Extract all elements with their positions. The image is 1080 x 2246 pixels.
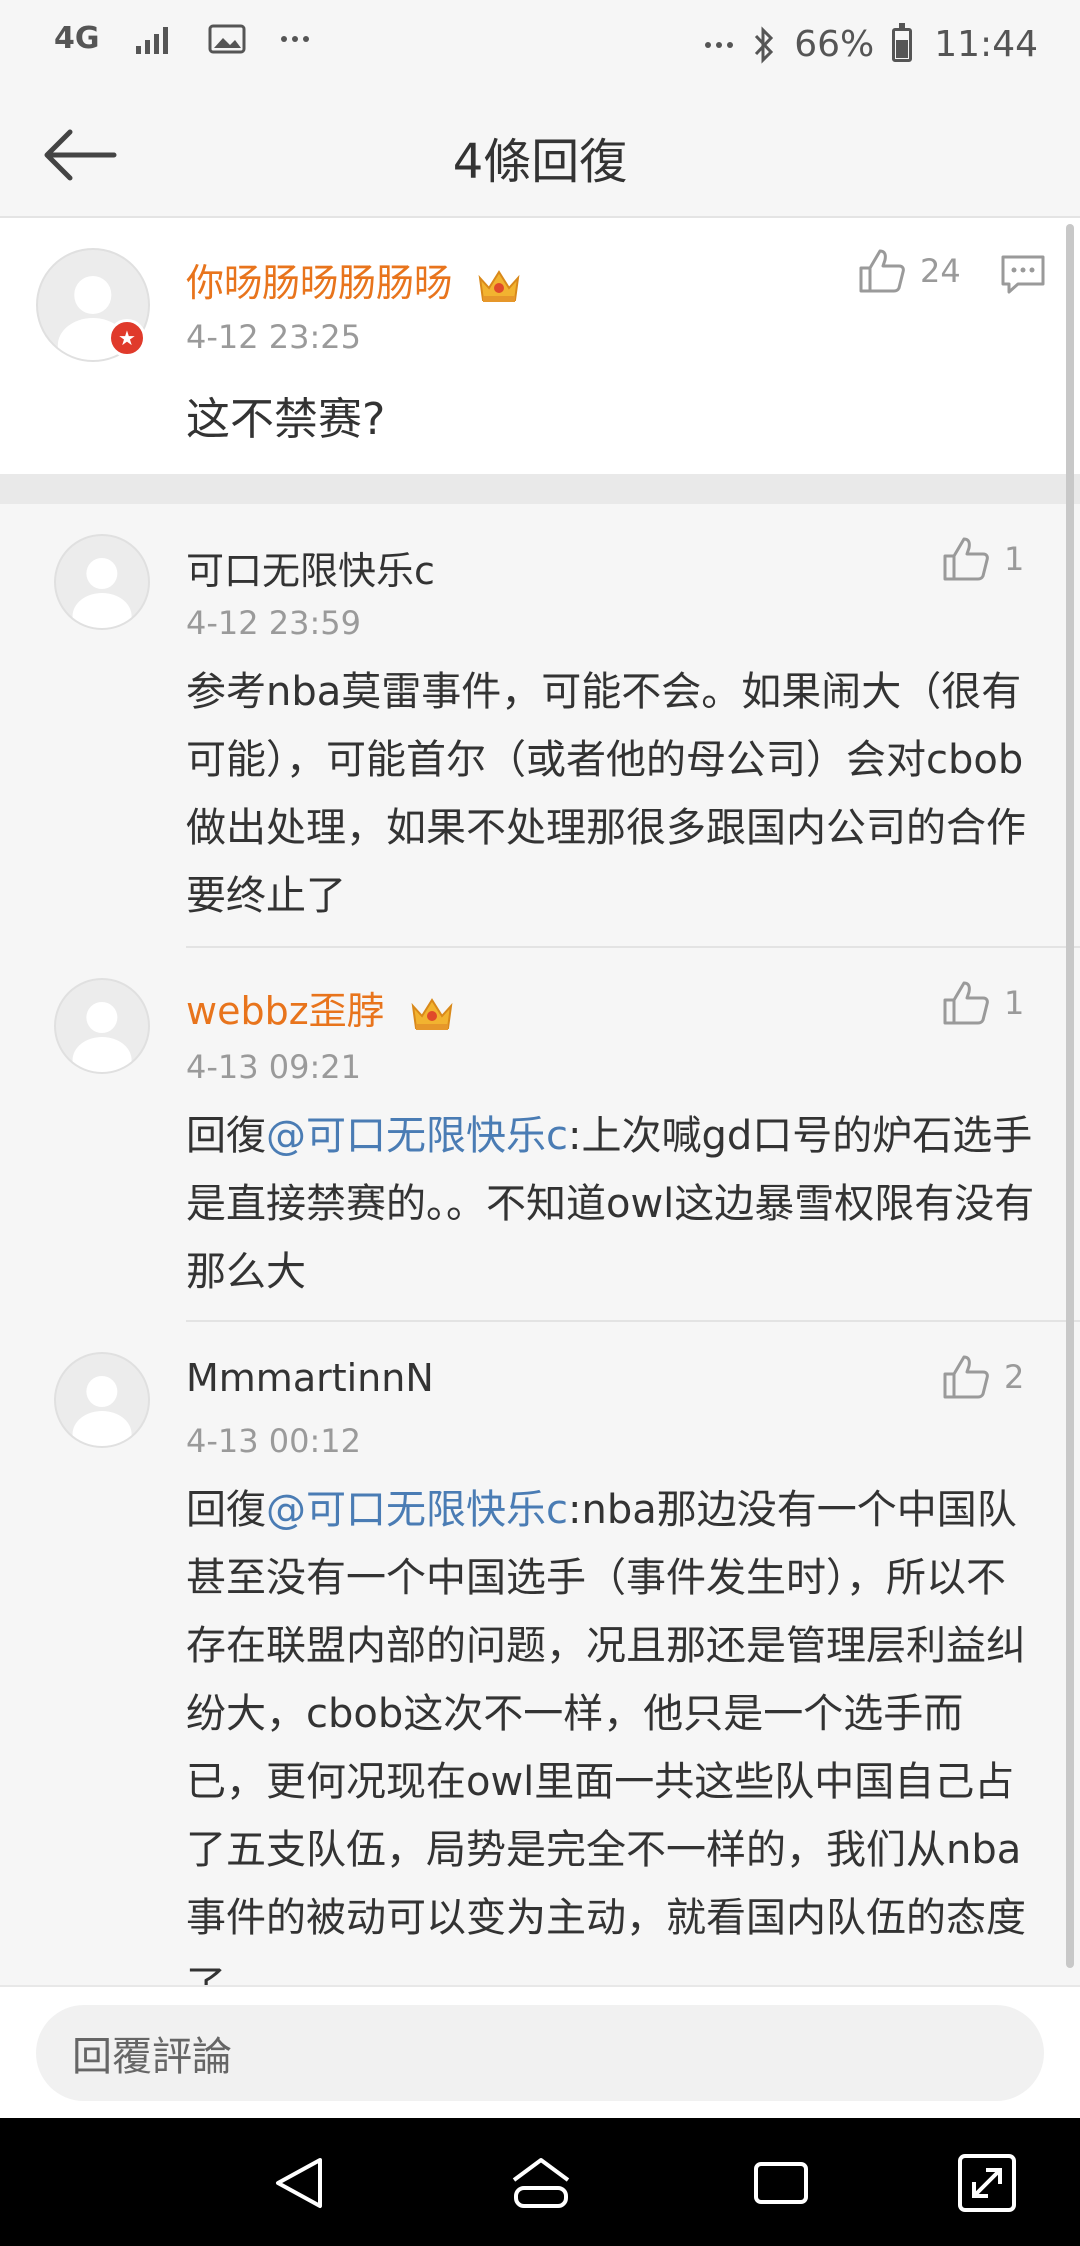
- reply-prefix: 回復: [186, 1113, 266, 1159]
- crown-icon: [478, 269, 520, 302]
- thumbs-up-icon: [943, 981, 989, 1025]
- mention-link[interactable]: @可口无限快乐c: [266, 1487, 568, 1533]
- nav-home-icon[interactable]: [506, 2148, 576, 2218]
- reply-bar: 回覆評論: [0, 1985, 1080, 2118]
- scrollbar[interactable]: [1066, 224, 1074, 1968]
- username[interactable]: 可口无限快乐c: [186, 540, 435, 595]
- image-icon: [208, 24, 245, 54]
- nav-recents-icon[interactable]: [746, 2148, 816, 2218]
- expand-icon[interactable]: [952, 2148, 1022, 2218]
- like-count: 1: [1004, 984, 1025, 1022]
- like-button[interactable]: 24: [858, 248, 961, 294]
- like-count: 2: [1004, 1358, 1025, 1396]
- avatar[interactable]: [54, 1352, 150, 1448]
- like-button[interactable]: 1: [942, 536, 1024, 582]
- reply-body: :nba那边没有一个中国队甚至没有一个中国选手（事件发生时），所以不存在联盟内部…: [186, 1487, 1026, 1985]
- reply-prefix: 回復: [186, 1487, 266, 1533]
- section-divider: [0, 474, 1080, 504]
- thumbs-up-icon: [943, 1355, 989, 1399]
- status-bar: 4G 66% 11:44: [0, 0, 1080, 92]
- divider: [186, 946, 1080, 948]
- reply-text: 参考nba莫雷事件，可能不会。如果闹大（很有可能），可能首尔（或者他的母公司）会…: [186, 669, 1026, 919]
- crown-icon: [411, 997, 453, 1030]
- thumbs-up-icon: [943, 537, 989, 581]
- like-count: 24: [920, 252, 961, 290]
- reply-time: 4-13 00:12: [186, 1422, 362, 1460]
- username[interactable]: webbz歪脖: [186, 980, 455, 1035]
- username-text: webbz歪脖: [186, 989, 385, 1033]
- reply-time: 4-13 09:21: [186, 1048, 362, 1086]
- like-button[interactable]: 1: [942, 980, 1024, 1026]
- comment-time: 4-12 23:25: [186, 318, 362, 356]
- comment-text: 这不禁赛?: [186, 394, 386, 445]
- header: 4條回復: [0, 92, 1080, 218]
- username[interactable]: 你旸肠旸肠肠旸: [186, 252, 522, 307]
- more-icon: [280, 36, 309, 42]
- verified-badge-icon: ★: [108, 319, 146, 357]
- nav-back-icon[interactable]: [264, 2148, 334, 2218]
- bluetooth-icon: [755, 25, 774, 64]
- battery-icon: [892, 22, 913, 62]
- like-count: 1: [1004, 540, 1025, 578]
- signal-icon: [135, 27, 168, 54]
- reply-text: 回復@可口无限快乐c:nba那边没有一个中国队甚至没有一个中国选手（事件发生时）…: [186, 1476, 1036, 1985]
- reply-text: 回復@可口无限快乐c:上次喊gd口号的炉石选手是直接禁赛的。。不知道owl这边暴…: [186, 1102, 1036, 1306]
- navigation-bar: [0, 2118, 1080, 2246]
- like-button[interactable]: 2: [942, 1354, 1024, 1400]
- page-title: 4條回復: [452, 134, 628, 190]
- more-icon: [705, 41, 734, 48]
- thumbs-up-icon: [859, 249, 905, 293]
- mention-link[interactable]: @可口无限快乐c: [266, 1113, 568, 1159]
- battery-percent: 66%: [794, 24, 875, 65]
- network-type: 4G: [54, 21, 100, 56]
- reply-time: 4-12 23:59: [186, 604, 362, 642]
- status-right: 66% 11:44: [704, 22, 1038, 65]
- clock: 11:44: [934, 24, 1038, 65]
- comment-icon[interactable]: [1000, 254, 1046, 296]
- avatar[interactable]: [54, 978, 150, 1074]
- username-text: 你旸肠旸肠肠旸: [186, 261, 453, 305]
- reply-input[interactable]: 回覆評論: [36, 2005, 1044, 2101]
- status-left: 4G: [54, 24, 310, 54]
- avatar[interactable]: [54, 534, 150, 630]
- main-comment: ★ 你旸肠旸肠肠旸 4-12 23:25 24 这不禁赛?: [0, 218, 1080, 474]
- username[interactable]: MmmartinnN: [186, 1356, 434, 1400]
- comment-thread[interactable]: ★ 你旸肠旸肠肠旸 4-12 23:25 24 这不禁赛? 可口无限快乐c 4-…: [0, 218, 1080, 1985]
- divider: [186, 1320, 1080, 1322]
